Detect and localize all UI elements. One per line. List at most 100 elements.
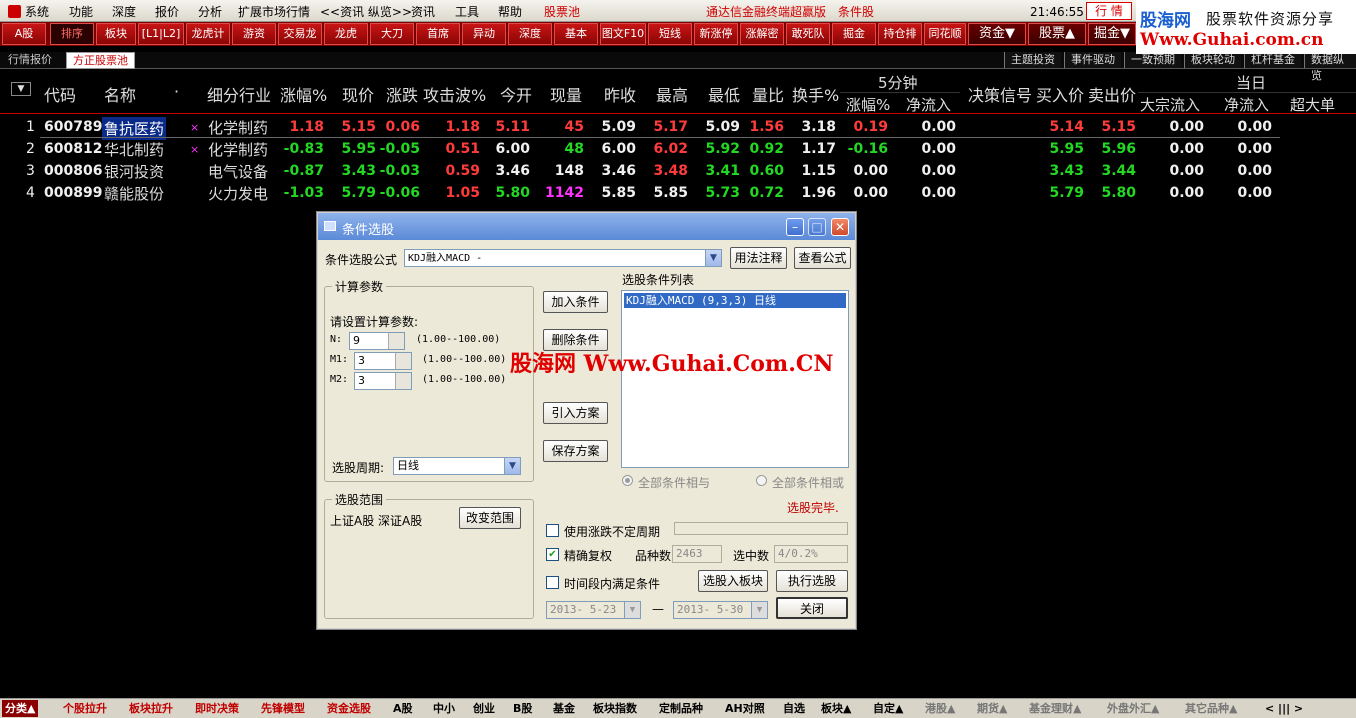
toolbar-tonghuashun[interactable]: 同花顺 xyxy=(924,23,966,45)
toolbar-longhu-calc[interactable]: 龙虎计 xyxy=(186,23,230,45)
bottom-hk-dropdown[interactable]: 港股▲ xyxy=(922,700,958,717)
toolbar-sort[interactable]: 排序 xyxy=(50,23,94,45)
toolbar-big-knife[interactable]: 大刀 xyxy=(370,23,414,45)
tab-quotes[interactable]: 行情报价 xyxy=(2,52,58,69)
toolbar-chief[interactable]: 首席 xyxy=(416,23,460,45)
dialog-titlebar[interactable]: 条件选股 – □ ✕ xyxy=(318,213,855,240)
condition-list[interactable]: KDJ融入MACD (9,3,3) 日线 xyxy=(621,290,849,468)
bottom-b-share[interactable]: B股 xyxy=(510,700,535,717)
formula-select[interactable]: KDJ融入MACD - ▼ xyxy=(404,249,722,267)
change-range-button[interactable]: 改变范围 xyxy=(459,507,521,529)
col-code[interactable]: 代码 xyxy=(44,82,76,106)
tab-leveraged-fund[interactable]: 杠杆基金 xyxy=(1244,52,1301,68)
col-pct[interactable]: 涨幅% xyxy=(280,82,327,106)
chevron-down-icon[interactable]: ▼ xyxy=(504,458,520,474)
bottom-sector-dropdown[interactable]: 板块▲ xyxy=(818,700,854,717)
save-scheme-button[interactable]: 保存方案 xyxy=(543,440,608,462)
close-button[interactable]: 关闭 xyxy=(776,597,848,619)
bottom-scroll-arrows[interactable]: < ||| > xyxy=(1262,700,1306,717)
col-signal[interactable]: 决策信号 xyxy=(968,82,1032,106)
tab-founder-pool[interactable]: 方正股票池 xyxy=(66,52,135,69)
bottom-sector-rise[interactable]: 板块拉升 xyxy=(126,700,176,717)
menu-depth[interactable]: 深度 xyxy=(112,3,136,20)
close-icon[interactable]: ✕ xyxy=(831,218,849,236)
toolbar-short-term[interactable]: 短线 xyxy=(648,23,692,45)
menu-tools[interactable]: 工具 xyxy=(455,3,479,20)
add-to-block-button[interactable]: 选股入板块 xyxy=(698,570,768,592)
param-n-input[interactable]: 9 xyxy=(349,332,405,350)
col-industry[interactable]: 细分行业 xyxy=(207,82,271,106)
toolbar-sector[interactable]: 板块 xyxy=(96,23,136,45)
import-scheme-button[interactable]: 引入方案 xyxy=(543,402,608,424)
add-condition-button[interactable]: 加入条件 xyxy=(543,291,608,313)
toolbar-dig-gold[interactable]: 掘金 xyxy=(832,23,876,45)
col-block-inflow[interactable]: 大宗流入 xyxy=(1140,94,1200,115)
col-volume-ratio[interactable]: 量比 xyxy=(752,82,784,106)
toolbar-stocks-dropdown[interactable]: 股票▲ xyxy=(1028,23,1086,45)
col-5min-net[interactable]: 净流入 xyxy=(906,94,951,115)
tab-theme-invest[interactable]: 主题投资 xyxy=(1004,52,1061,68)
bottom-category[interactable]: 分类▲ xyxy=(2,700,39,717)
col-turnover[interactable]: 换手% xyxy=(792,82,839,106)
bottom-fund-finance-dropdown[interactable]: 基金理财▲ xyxy=(1026,700,1084,717)
param-m2-input[interactable]: 3 xyxy=(354,372,412,390)
col-change[interactable]: 涨跌 xyxy=(386,82,418,106)
tab-consensus[interactable]: 一致预期 xyxy=(1124,52,1181,68)
radio-and[interactable] xyxy=(622,475,633,486)
minimize-icon[interactable]: – xyxy=(786,218,804,236)
view-formula-button[interactable]: 查看公式 xyxy=(794,247,851,269)
toolbar-limit-decode[interactable]: 涨解密 xyxy=(740,23,784,45)
menu-stock-pool[interactable]: 股票池 xyxy=(544,3,580,20)
bottom-other-dropdown[interactable]: 其它品种▲ xyxy=(1182,700,1240,717)
menu-news-overview[interactable]: <<资讯 纵览>> xyxy=(320,3,412,20)
menu-analysis[interactable]: 分析 xyxy=(198,3,222,20)
menu-quote[interactable]: 报价 xyxy=(155,3,179,20)
table-row[interactable]: 4 000899 赣能股份 火力发电 -1.03 5.79 -0.06 1.05… xyxy=(0,182,1300,204)
bottom-fund-selection[interactable]: 资金选股 xyxy=(324,700,374,717)
toolbar-longhu[interactable]: 龙虎 xyxy=(324,23,368,45)
toolbar-dare-team[interactable]: 敢死队 xyxy=(786,23,830,45)
spinner-icon[interactable] xyxy=(388,333,404,349)
spinner-icon[interactable] xyxy=(395,353,411,369)
menu-function[interactable]: 功能 xyxy=(69,3,93,20)
col-name[interactable]: 名称 xyxy=(104,82,136,106)
chevron-down-icon[interactable]: ▼ xyxy=(705,250,721,266)
list-item[interactable]: KDJ融入MACD (9,3,3) 日线 xyxy=(624,293,846,308)
radio-or[interactable] xyxy=(756,475,767,486)
bottom-instant-decision[interactable]: 即时决策 xyxy=(192,700,242,717)
col-net-inflow[interactable]: 净流入 xyxy=(1224,94,1269,115)
col-sell-price[interactable]: 卖出价 xyxy=(1088,82,1136,106)
toolbar-unusual[interactable]: 异动 xyxy=(462,23,506,45)
toolbar-holding-rank[interactable]: 持仓排 xyxy=(878,23,922,45)
param-m1-input[interactable]: 3 xyxy=(354,352,412,370)
tab-sector-rotation[interactable]: 板块轮动 xyxy=(1184,52,1241,68)
usage-notes-button[interactable]: 用法注释 xyxy=(730,247,787,269)
tab-data-overview[interactable]: 数据纵览 xyxy=(1304,52,1356,82)
bottom-sector-index[interactable]: 板块指数 xyxy=(590,700,640,717)
col-5min-pct[interactable]: 涨幅% xyxy=(846,94,890,115)
menu-system[interactable]: 系统 xyxy=(8,3,49,20)
table-row[interactable]: 2 600812 华北制药 × 化学制药 -0.83 5.95 -0.05 0.… xyxy=(0,138,1300,160)
bottom-pioneer-model[interactable]: 先锋模型 xyxy=(258,700,308,717)
toolbar-a-share[interactable]: A股 xyxy=(2,23,46,45)
bottom-custom-products[interactable]: 定制品种 xyxy=(656,700,706,717)
col-open[interactable]: 今开 xyxy=(500,82,532,106)
opt-period-checkbox[interactable] xyxy=(546,524,559,537)
opt-adjust-checkbox[interactable]: ✔ xyxy=(546,548,559,561)
bottom-stock-rise[interactable]: 个股拉升 xyxy=(60,700,110,717)
bottom-sme[interactable]: 中小 xyxy=(430,700,458,717)
bottom-ah-compare[interactable]: AH对照 xyxy=(722,700,768,717)
condition-stock-link[interactable]: 条件股 xyxy=(838,3,874,20)
period-select[interactable]: 日线 ▼ xyxy=(393,457,521,475)
toolbar-fundamental[interactable]: 基本 xyxy=(554,23,598,45)
tab-event-driven[interactable]: 事件驱动 xyxy=(1064,52,1121,68)
bottom-watchlist[interactable]: 自选 xyxy=(780,700,808,717)
bottom-a-share[interactable]: A股 xyxy=(390,700,416,717)
toolbar-funds-dropdown[interactable]: 资金▼ xyxy=(968,23,1026,45)
toolbar-new-limit-up[interactable]: 新涨停 xyxy=(694,23,738,45)
toolbar-dig-dropdown[interactable]: 掘金▼ xyxy=(1088,23,1136,45)
bottom-custom-dropdown[interactable]: 自定▲ xyxy=(870,700,906,717)
toolbar-trade-dragon[interactable]: 交易龙 xyxy=(278,23,322,45)
toolbar-hot-money[interactable]: 游资 xyxy=(232,23,276,45)
bottom-fund[interactable]: 基金 xyxy=(550,700,578,717)
